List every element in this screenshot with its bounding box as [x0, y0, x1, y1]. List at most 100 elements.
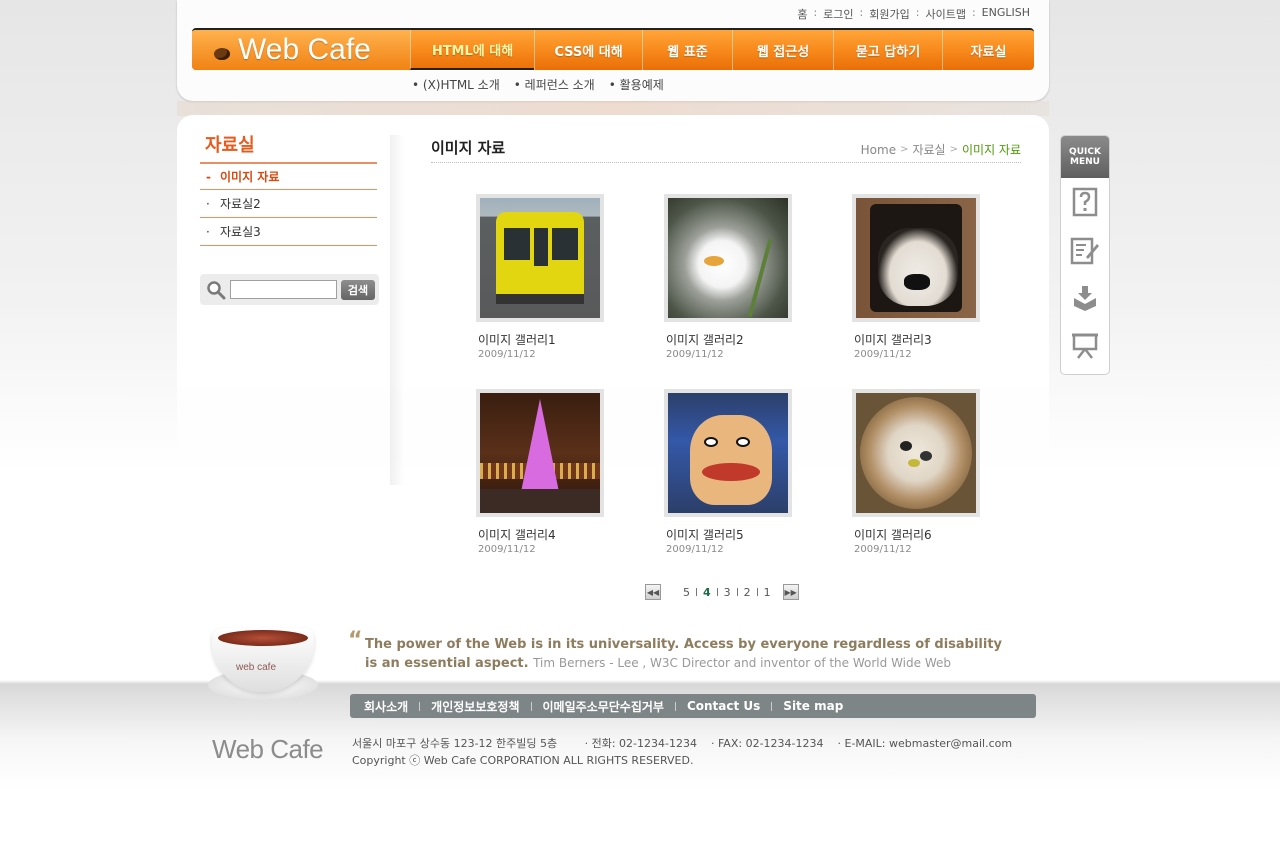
gallery-title[interactable]: 이미지 갤러리1: [476, 331, 604, 348]
site-logo[interactable]: Web Cafe: [192, 30, 410, 70]
gnb-item-css[interactable]: CSS에 대해: [534, 30, 642, 70]
footer-link-sitemap[interactable]: Site map: [783, 699, 843, 713]
sub-nav-xhtml-intro[interactable]: • (X)HTML 소개: [412, 76, 500, 93]
decorative-band: [177, 101, 1049, 116]
breadcrumb-current: 이미지 자료: [961, 143, 1021, 157]
utility-nav: 홈 : 로그인 : 회원가입 : 사이트맵 : ENGLISH: [797, 6, 1030, 22]
gallery-date: 2009/11/12: [854, 544, 912, 555]
pagination: ◀◀ 5 4 3 2 1 ▶▶: [645, 584, 799, 600]
cup-label: web cafe: [236, 662, 277, 673]
quick-menu-write-button[interactable]: [1061, 226, 1109, 274]
dot-bullet: ·: [206, 224, 210, 239]
quick-menu-download-button[interactable]: [1061, 274, 1109, 322]
footer-link-contact[interactable]: Contact Us: [687, 699, 760, 713]
breadcrumb-archive[interactable]: 자료실: [912, 141, 945, 158]
gallery-thumbnail[interactable]: [852, 389, 980, 517]
chevron-right-icon: >: [949, 144, 958, 155]
gallery-title[interactable]: 이미지 갤러리6: [852, 526, 980, 543]
util-link-english[interactable]: ENGLISH: [982, 6, 1030, 22]
page-link[interactable]: 2: [738, 586, 757, 599]
sub-nav-examples[interactable]: • 활용예제: [609, 76, 664, 93]
sidebar-divider: [390, 135, 404, 485]
quote-mark-icon: “: [348, 628, 363, 653]
footer-quote: “ The power of the Web is in its univers…: [348, 630, 1008, 673]
gallery-thumbnail[interactable]: [852, 194, 980, 322]
page-link[interactable]: 5: [677, 586, 696, 599]
gallery-title[interactable]: 이미지 갤러리5: [664, 526, 792, 543]
gallery-title[interactable]: 이미지 갤러리3: [852, 331, 980, 348]
gallery-item: 이미지 갤러리1 2009/11/12: [476, 194, 604, 360]
util-separator: :: [915, 6, 920, 19]
search-input[interactable]: [230, 280, 337, 299]
footer-logo: Web Cafe: [212, 734, 324, 764]
gnb-item-archive[interactable]: 자료실: [942, 30, 1034, 70]
mask-image: [668, 393, 788, 513]
question-icon: [1072, 187, 1098, 217]
footer-address: 서울시 마포구 상수동 123-12 한주빌딩 5층: [352, 737, 558, 750]
util-separator: :: [813, 6, 818, 19]
quick-menu-header: QUICK MENU: [1061, 136, 1109, 178]
coffee-bean-icon: [214, 48, 230, 60]
gnb-item-web-accessibility[interactable]: 웹 접근성: [732, 30, 833, 70]
presentation-icon: [1072, 333, 1098, 359]
title-divider: [431, 162, 1021, 163]
page-link-current[interactable]: 4: [697, 586, 717, 599]
gallery-thumbnail[interactable]: [476, 194, 604, 322]
gnb-item-qna[interactable]: 묻고 답하기: [833, 30, 942, 70]
gnb-item-web-standards[interactable]: 웹 표준: [642, 30, 732, 70]
footer-link-company[interactable]: 회사소개: [364, 698, 408, 715]
dot-bullet: ·: [206, 196, 210, 211]
sidebar-item-label: 이미지 자료: [220, 170, 280, 184]
global-nav: Web Cafe HTML에 대해 CSS에 대해 웹 표준 웹 접근성 묻고 …: [192, 28, 1034, 70]
gallery-thumbnail[interactable]: [664, 194, 792, 322]
quick-menu-help-button[interactable]: [1061, 178, 1109, 226]
footer-copyright: Copyright ⓒ Web Cafe CORPORATION ALL RIG…: [352, 754, 694, 767]
gallery-item: 이미지 갤러리6 2009/11/12: [852, 389, 980, 555]
quick-menu-title-line1: QUICK: [1069, 147, 1101, 157]
sidebar-item-image-archive[interactable]: - 이미지 자료: [200, 162, 377, 190]
footer-email: · E-MAIL: webmaster@mail.com: [837, 737, 1013, 750]
gallery-title[interactable]: 이미지 갤러리2: [664, 331, 792, 348]
util-separator: :: [859, 6, 864, 19]
coffee-cup-image: web cafe: [208, 624, 318, 704]
sub-nav-reference-intro[interactable]: • 레퍼런스 소개: [514, 76, 595, 93]
memo-edit-icon: [1070, 237, 1099, 265]
gallery-date: 2009/11/12: [666, 349, 724, 360]
breadcrumb-home[interactable]: Home: [861, 143, 896, 157]
footer-link-email-policy[interactable]: 이메일주소무단수집거부: [543, 698, 664, 715]
sidebar-item-archive2[interactable]: · 자료실2: [200, 190, 377, 218]
util-link-login[interactable]: 로그인: [823, 6, 853, 22]
gallery-title[interactable]: 이미지 갤러리4: [476, 526, 604, 543]
util-link-sitemap[interactable]: 사이트맵: [925, 6, 965, 22]
page-link[interactable]: 3: [718, 586, 737, 599]
gallery-item: 이미지 갤러리2 2009/11/12: [664, 194, 792, 360]
christmas-tree-image: [480, 393, 600, 513]
next-page-button[interactable]: ▶▶: [782, 584, 799, 600]
gallery-date: 2009/11/12: [666, 544, 724, 555]
footer-separator: [530, 701, 532, 711]
quick-menu-presentation-button[interactable]: [1061, 322, 1109, 370]
quote-author: Tim Berners - Lee , W3C Director and inv…: [533, 656, 951, 670]
search-button[interactable]: 검색: [341, 279, 375, 300]
footer-link-privacy[interactable]: 개인정보보호정책: [431, 698, 519, 715]
sidebar-title: 자료실: [205, 135, 255, 156]
gallery-thumbnail[interactable]: [476, 389, 604, 517]
gallery-date: 2009/11/12: [478, 544, 536, 555]
gnb-item-html[interactable]: HTML에 대해: [410, 30, 534, 70]
util-link-join[interactable]: 회원가입: [869, 6, 909, 22]
page-title: 이미지 자료: [431, 139, 506, 157]
download-icon: [1074, 286, 1096, 311]
footer-phone: · 전화: 02-1234-1234: [584, 737, 697, 750]
util-link-home[interactable]: 홈: [797, 6, 807, 22]
dash-bullet: -: [206, 169, 211, 184]
footer-fax: · FAX: 02-1234-1234: [711, 737, 824, 750]
dog-image: [856, 198, 976, 318]
gallery-date: 2009/11/12: [854, 349, 912, 360]
prev-page-button[interactable]: ◀◀: [645, 584, 661, 600]
page-link[interactable]: 1: [758, 586, 777, 599]
sidebar-item-archive3[interactable]: · 자료실3: [200, 218, 377, 246]
footer-separator: [771, 701, 773, 711]
gallery-item: 이미지 갤러리3 2009/11/12: [852, 194, 980, 360]
gallery-thumbnail[interactable]: [664, 389, 792, 517]
grain-bowl-image: [856, 393, 976, 513]
